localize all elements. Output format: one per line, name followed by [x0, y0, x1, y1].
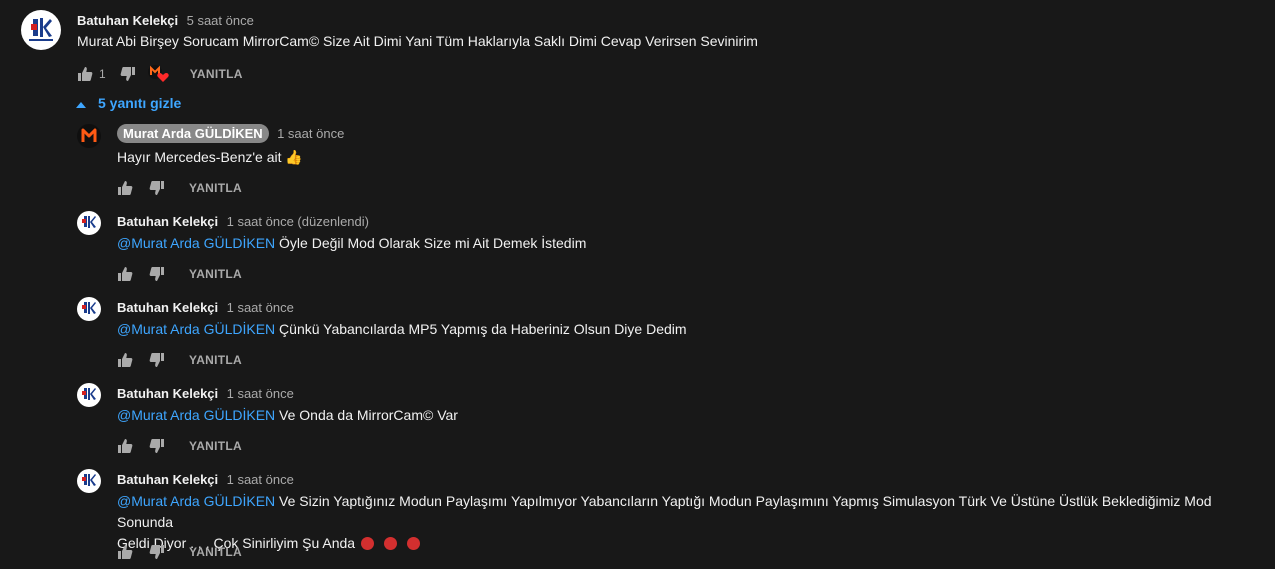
mention-link[interactable]: @Murat Arda GÜLDİKEN: [117, 407, 275, 423]
comment-author[interactable]: Batuhan Kelekçi: [117, 300, 218, 315]
comment-time[interactable]: 1 saat önce (düzenlendi): [227, 214, 369, 229]
comment-time[interactable]: 1 saat önce: [227, 300, 294, 315]
dislike-icon[interactable]: [120, 66, 136, 82]
comment-text: @Murat Arda GÜLDİKEN Ve Sizin Yaptığınız…: [117, 491, 1262, 554]
reply-button[interactable]: YANITLA: [189, 267, 242, 281]
comment-text: Murat Abi Birşey Sorucam MirrorCam© Size…: [77, 33, 758, 49]
chevron-up-icon: [76, 95, 88, 111]
comment-time[interactable]: 1 saat önce: [227, 472, 294, 487]
like-icon[interactable]: [117, 438, 133, 454]
comment-time[interactable]: 1 saat önce: [277, 126, 344, 141]
hide-replies-button[interactable]: 5 yanıtı gizle: [76, 95, 181, 111]
comment-text: @Murat Arda GÜLDİKEN Öyle Değil Mod Olar…: [117, 233, 586, 254]
comment-author[interactable]: Murat Arda GÜLDİKEN: [117, 124, 269, 143]
like-icon[interactable]: [117, 352, 133, 368]
like-icon[interactable]: [117, 544, 133, 560]
comment-author[interactable]: Batuhan Kelekçi: [77, 13, 178, 28]
comment-author[interactable]: Batuhan Kelekçi: [117, 386, 218, 401]
batuhan-avatar[interactable]: [77, 469, 101, 493]
like-icon[interactable]: [117, 180, 133, 196]
comment-author[interactable]: Batuhan Kelekçi: [117, 472, 218, 487]
angry-face-icon: [383, 537, 397, 550]
like-icon[interactable]: [77, 66, 93, 82]
reply-button[interactable]: YANITLA: [189, 545, 242, 559]
like-count: 1: [99, 67, 106, 81]
dislike-icon[interactable]: [149, 180, 165, 196]
reply-button[interactable]: YANITLA: [189, 181, 242, 195]
dislike-icon[interactable]: [149, 266, 165, 282]
comment-time[interactable]: 1 saat önce: [227, 386, 294, 401]
comment-body: Ve Onda da MirrorCam© Var: [279, 407, 458, 423]
comment-text: @Murat Arda GÜLDİKEN Çünkü Yabancılarda …: [117, 319, 687, 340]
angry-face-icon: [360, 537, 374, 550]
batuhan-avatar[interactable]: [77, 211, 101, 235]
hide-replies-label: 5 yanıtı gizle: [98, 95, 182, 111]
dislike-icon[interactable]: [149, 544, 165, 560]
comment-time[interactable]: 5 saat önce: [187, 13, 254, 28]
mention-link[interactable]: @Murat Arda GÜLDİKEN: [117, 235, 275, 251]
comment-text: Hayır Mercedes-Benz'e ait 👍: [117, 149, 303, 165]
like-icon[interactable]: [117, 266, 133, 282]
dislike-icon[interactable]: [149, 438, 165, 454]
batuhan-avatar[interactable]: [77, 297, 101, 321]
reply-button[interactable]: YANITLA: [189, 353, 242, 367]
comment-body-line1: Ve Sizin Yaptığınız Modun Paylaşımı Yapı…: [117, 493, 1212, 530]
comment-body: Çünkü Yabancılarda MP5 Yapmış da Haberin…: [279, 321, 687, 337]
murat-avatar[interactable]: [77, 124, 101, 148]
angry-face-icon: [406, 537, 420, 550]
comment-body: Öyle Değil Mod Olarak Size mi Ait Demek …: [279, 235, 587, 251]
comment-text: @Murat Arda GÜLDİKEN Ve Onda da MirrorCa…: [117, 405, 458, 426]
mention-link[interactable]: @Murat Arda GÜLDİKEN: [117, 321, 275, 337]
reply-button[interactable]: YANITLA: [190, 67, 243, 81]
dislike-icon[interactable]: [149, 352, 165, 368]
creator-heart-icon: [147, 65, 170, 83]
comment-author[interactable]: Batuhan Kelekçi: [117, 214, 218, 229]
batuhan-avatar[interactable]: [21, 10, 61, 50]
mention-link[interactable]: @Murat Arda GÜLDİKEN: [117, 493, 275, 509]
batuhan-avatar[interactable]: [77, 383, 101, 407]
reply-button[interactable]: YANITLA: [189, 439, 242, 453]
